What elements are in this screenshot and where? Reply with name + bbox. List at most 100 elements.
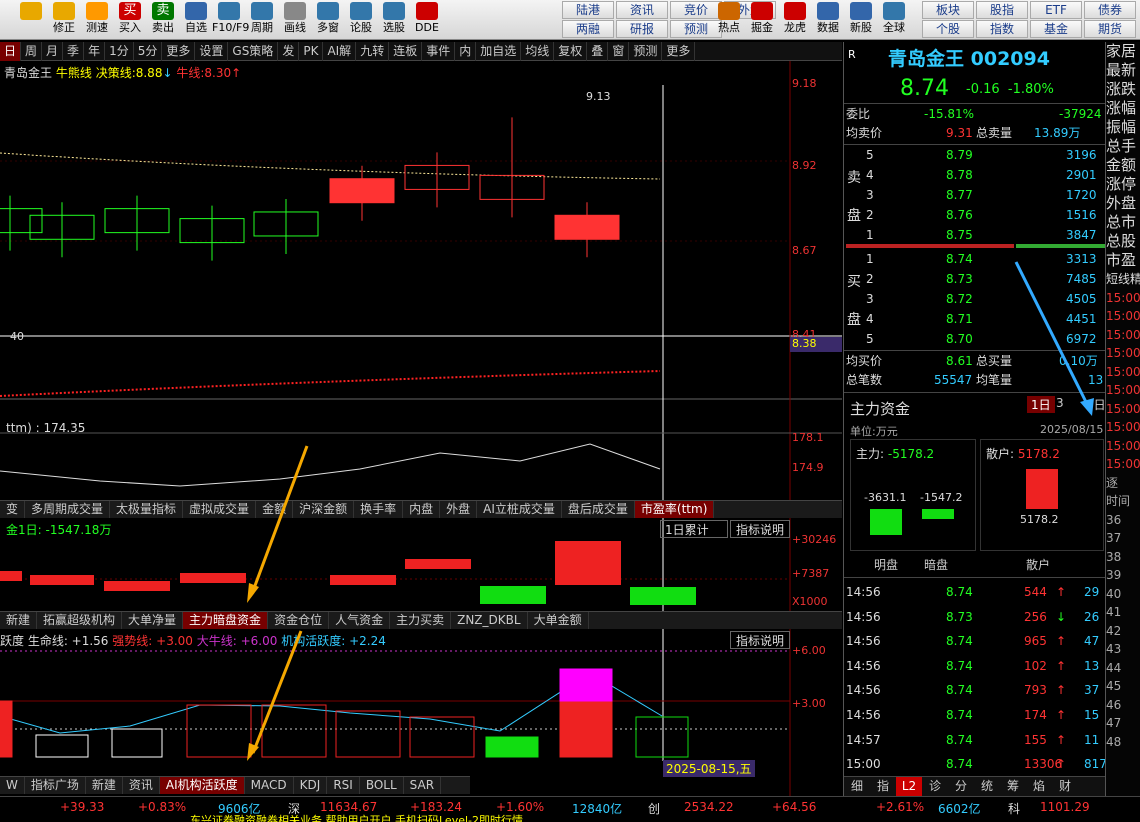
period-21[interactable]: 窗	[608, 42, 630, 61]
panel-tab-4[interactable]: 分	[948, 777, 974, 796]
period-19[interactable]: 复权	[554, 42, 588, 61]
grid-top-0[interactable]: 陆港	[562, 1, 614, 19]
tabs3-item[interactable]: RSI	[327, 777, 360, 794]
tabs1-item[interactable]: 盘后成交量	[562, 501, 635, 518]
period-5[interactable]: 1分	[105, 42, 134, 61]
toolbar-buy[interactable]: 买买入	[113, 2, 147, 38]
toolbar-sell[interactable]: 卖卖出	[146, 2, 180, 38]
panel-tab-6[interactable]: 筹	[1000, 777, 1026, 796]
right-top-2[interactable]: ETF	[1030, 1, 1082, 19]
tabs1-item[interactable]: 太极量指标	[110, 501, 184, 518]
period-9[interactable]: GS策略	[228, 42, 279, 61]
mf-help-button[interactable]: 指标说明	[730, 520, 790, 538]
right-bottom-2[interactable]: 基金	[1030, 20, 1082, 38]
period-14[interactable]: 连板	[389, 42, 423, 61]
right-bottom-1[interactable]: 指数	[976, 20, 1028, 38]
grid-bottom-1[interactable]: 研报	[616, 20, 668, 38]
tabs1-item[interactable]: 变	[0, 501, 26, 518]
tabs1-item[interactable]: 多周期成交量	[25, 501, 111, 518]
tabs1-item[interactable]: 市盈率(ttm)	[634, 501, 715, 518]
hot-icon-1	[751, 2, 773, 20]
toolbar-hot-4[interactable]: 新股	[844, 2, 878, 38]
toolbar-hot-3[interactable]: 数据	[811, 2, 845, 38]
right-bottom-3[interactable]: 期货	[1084, 20, 1136, 38]
toolbar-hot-1[interactable]: 掘金	[745, 2, 779, 38]
toolbar-back-arrow[interactable]	[14, 2, 48, 38]
period-7[interactable]: 更多	[162, 42, 196, 61]
tick-cell: 26	[1084, 609, 1100, 624]
far-item: 最新	[1106, 61, 1137, 79]
period-2[interactable]: 月	[42, 42, 64, 61]
book-level: 5	[866, 332, 874, 346]
mf-select[interactable]: 1日累计	[660, 520, 728, 538]
toolbar-fix[interactable]: 修正	[47, 2, 81, 38]
panel-tab-2[interactable]: L2	[896, 777, 922, 796]
period-22[interactable]: 预测	[629, 42, 663, 61]
tick-row: 14:56 8.74 544 ↑ 29	[844, 582, 1106, 603]
period-11[interactable]: PK	[299, 42, 324, 61]
toolbar-select[interactable]: 选股	[377, 2, 411, 38]
panel-tab-5[interactable]: 统	[974, 777, 1000, 796]
far-item: 48	[1106, 734, 1122, 749]
period-17[interactable]: 加自选	[476, 42, 522, 61]
toolbar-window[interactable]: 多窗	[311, 2, 345, 38]
panel-tab-1[interactable]: 指	[870, 777, 896, 796]
tick-cell: 8.74	[946, 708, 973, 722]
act-help-button[interactable]: 指标说明	[730, 631, 790, 649]
toolbar-chat[interactable]: 论股	[344, 2, 378, 38]
period-3[interactable]: 季	[63, 42, 85, 61]
toolbar-hot-2[interactable]: 龙虎	[778, 2, 812, 38]
tabs2-item[interactable]: 拓赢超级机构	[37, 612, 123, 629]
period-0[interactable]: 日	[0, 42, 22, 61]
period-12[interactable]: AI解	[323, 42, 357, 61]
tabs3-item[interactable]: W	[0, 777, 25, 794]
right-top-0[interactable]: 板块	[922, 1, 974, 19]
toolbar-hot-0[interactable]: 热点	[712, 2, 746, 38]
tabs2-item[interactable]: 新建	[0, 612, 38, 629]
tabs3-item[interactable]: SAR	[404, 777, 442, 794]
tabs3-item[interactable]: 新建	[86, 777, 123, 794]
toolbar-star[interactable]: 自选	[179, 2, 213, 38]
mf-bar	[555, 541, 621, 585]
grid-top-1[interactable]: 资讯	[616, 1, 668, 19]
tabs3-item[interactable]: AI机构活跃度	[159, 777, 245, 794]
panel-tab-0[interactable]: 细	[844, 777, 870, 796]
tabs3-item[interactable]: BOLL	[360, 777, 404, 794]
toolbar-speed[interactable]: 测速	[80, 2, 114, 38]
tabs3-item[interactable]: 指标广场	[25, 777, 86, 794]
tabs2-item[interactable]: 大单净量	[122, 612, 184, 629]
tick-cell: 14:56	[846, 658, 881, 673]
period-4[interactable]: 年	[84, 42, 106, 61]
right-top-1[interactable]: 股指	[976, 1, 1028, 19]
toolbar-pen[interactable]: 画线	[278, 2, 312, 38]
period-6[interactable]: 5分	[134, 42, 163, 61]
period-1[interactable]: 周	[21, 42, 43, 61]
panel-tab-7[interactable]: 焰	[1026, 777, 1052, 796]
period-20[interactable]: 叠	[587, 42, 609, 61]
far-item: 15:00	[1106, 438, 1140, 453]
period-13[interactable]: 九转	[356, 42, 390, 61]
tick-cell: 11	[1084, 732, 1100, 747]
period-23[interactable]: 更多	[662, 42, 696, 61]
panel-tab-8[interactable]: 财	[1052, 777, 1078, 796]
toolbar-period[interactable]: 周期	[245, 2, 279, 38]
toolbar-f10[interactable]: F10/F9	[212, 2, 249, 38]
tick-cell: 793	[1024, 683, 1047, 698]
book-price: 8.78	[946, 168, 973, 182]
toolbar-hot-5[interactable]: 全球	[877, 2, 911, 38]
period-8[interactable]: 设置	[195, 42, 229, 61]
grid-bottom-0[interactable]: 两融	[562, 20, 614, 38]
tabs3-item[interactable]: KDJ	[294, 777, 328, 794]
toolbar-dde[interactable]: DDE	[410, 2, 444, 38]
period-18[interactable]: 均线	[521, 42, 555, 61]
right-top-3[interactable]: 债券	[1084, 1, 1136, 19]
low-label: 40	[10, 330, 24, 343]
tabs3-item[interactable]: 资讯	[123, 777, 160, 794]
period-16[interactable]: 内	[455, 42, 477, 61]
panel-tab-3[interactable]: 诊	[922, 777, 948, 796]
tabs3-item[interactable]: MACD	[245, 777, 294, 794]
period-15[interactable]: 事件	[422, 42, 456, 61]
right-bottom-0[interactable]: 个股	[922, 20, 974, 38]
tick-list: 14:56 8.74 544 ↑ 29 14:56 8.73 256 ↓ 26 14:56 8.74 9…	[844, 577, 1107, 771]
period-10[interactable]: 发	[278, 42, 300, 61]
